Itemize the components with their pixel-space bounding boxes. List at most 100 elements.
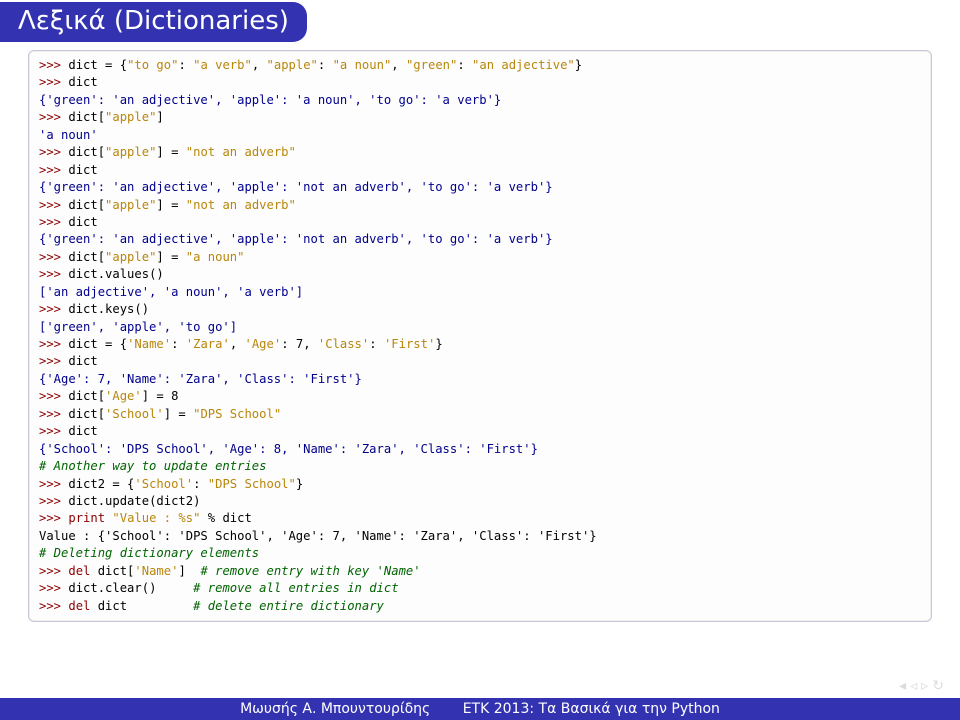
string-literal: "green" bbox=[406, 58, 457, 72]
output: {'School': 'DPS School', 'Age': 8, 'Name… bbox=[39, 442, 538, 456]
code-text: dict.keys() bbox=[68, 302, 149, 316]
prompt: >>> bbox=[39, 110, 68, 124]
prompt: >>> bbox=[39, 581, 68, 595]
string-literal: "DPS School" bbox=[208, 477, 296, 491]
string-literal: "apple" bbox=[105, 198, 156, 212]
prompt: >>> bbox=[39, 198, 68, 212]
comment: # remove all entries in dict bbox=[193, 581, 398, 595]
string-literal: "an adjective" bbox=[472, 58, 575, 72]
string-literal: "apple" bbox=[105, 145, 156, 159]
string-literal: 'Age' bbox=[245, 337, 282, 351]
string-literal: "a noun" bbox=[333, 58, 392, 72]
code-text: : bbox=[171, 337, 186, 351]
prompt: >>> bbox=[39, 477, 68, 491]
footer-title: ΕΤΚ 2013: Τα Βασικά για την Python bbox=[463, 701, 720, 717]
code-text: dict = { bbox=[68, 58, 127, 72]
nav-back-icon[interactable]: ◂ bbox=[899, 678, 906, 694]
prompt: >>> bbox=[39, 511, 68, 525]
code-text: : bbox=[369, 337, 384, 351]
code-text: dict bbox=[68, 354, 97, 368]
code-text: dict[ bbox=[68, 407, 105, 421]
comment: # delete entire dictionary bbox=[193, 599, 384, 613]
output: {'green': 'an adjective', 'apple': 'not … bbox=[39, 180, 553, 194]
prompt: >>> bbox=[39, 599, 68, 613]
code-text: ] bbox=[156, 110, 163, 124]
code-text: dict bbox=[68, 163, 97, 177]
code-text: ] = bbox=[156, 145, 185, 159]
string-literal: "a verb" bbox=[193, 58, 252, 72]
comment: # Another way to update entries bbox=[39, 459, 266, 473]
string-literal: 'School' bbox=[134, 477, 193, 491]
code-text: dict bbox=[90, 599, 193, 613]
code-text: dict[ bbox=[68, 389, 105, 403]
prompt: >>> bbox=[39, 354, 68, 368]
nav-refresh-icon[interactable]: ↻ bbox=[932, 678, 944, 694]
code-text: % dict bbox=[200, 511, 251, 525]
code-text: dict2 = { bbox=[68, 477, 134, 491]
code-text: dict = { bbox=[68, 337, 127, 351]
prompt: >>> bbox=[39, 58, 68, 72]
code-text: } bbox=[435, 337, 442, 351]
code-text: ] bbox=[178, 564, 200, 578]
prompt: >>> bbox=[39, 302, 68, 316]
code-text: , bbox=[230, 337, 245, 351]
code-text: : bbox=[178, 58, 193, 72]
output: ['an adjective', 'a noun', 'a verb'] bbox=[39, 285, 303, 299]
code-text: dict.clear() bbox=[68, 581, 193, 595]
string-literal: 'First' bbox=[384, 337, 435, 351]
prompt: >>> bbox=[39, 75, 68, 89]
string-literal: "apple" bbox=[267, 58, 318, 72]
footer-author: Μωυσής Α. Μπουντουρίδης bbox=[240, 701, 430, 717]
code-content: >>> dict = {"to go": "a verb", "apple": … bbox=[39, 57, 921, 615]
code-text: dict bbox=[68, 215, 97, 229]
code-text: dict.update(dict2) bbox=[68, 494, 200, 508]
prompt: >>> bbox=[39, 145, 68, 159]
code-text: : bbox=[193, 477, 208, 491]
string-literal: "not an adverb" bbox=[186, 145, 296, 159]
keyword: print bbox=[68, 511, 105, 525]
string-literal: "apple" bbox=[105, 110, 156, 124]
code-text: ] = bbox=[156, 250, 185, 264]
string-literal: "not an adverb" bbox=[186, 198, 296, 212]
code-text: , bbox=[252, 58, 267, 72]
nav-prev-icon[interactable]: ◃ bbox=[910, 678, 917, 694]
prompt: >>> bbox=[39, 267, 68, 281]
code-text: ] = bbox=[164, 407, 193, 421]
output: Value : {'School': 'DPS School', 'Age': … bbox=[39, 529, 597, 543]
prompt: >>> bbox=[39, 494, 68, 508]
string-literal: "DPS School" bbox=[193, 407, 281, 421]
footer: Μωυσής Α. Μπουντουρίδης ΕΤΚ 2013: Τα Βασ… bbox=[0, 698, 960, 720]
code-text: ] = 8 bbox=[142, 389, 179, 403]
string-literal: 'Age' bbox=[105, 389, 142, 403]
slide-title: Λεξικά (Dictionaries) bbox=[0, 2, 307, 42]
prompt: >>> bbox=[39, 564, 68, 578]
title-text: Λεξικά (Dictionaries) bbox=[18, 6, 289, 36]
code-text: ] = bbox=[156, 198, 185, 212]
string-literal: 'Class' bbox=[318, 337, 369, 351]
prompt: >>> bbox=[39, 407, 68, 421]
code-text: , bbox=[391, 58, 406, 72]
nav-next-icon[interactable]: ▹ bbox=[921, 678, 928, 694]
prompt: >>> bbox=[39, 424, 68, 438]
output: ['green', 'apple', 'to go'] bbox=[39, 320, 237, 334]
prompt: >>> bbox=[39, 337, 68, 351]
nav-controls: ◂ ◃ ▹ ↻ bbox=[899, 678, 944, 694]
code-block: >>> dict = {"to go": "a verb", "apple": … bbox=[28, 50, 932, 622]
string-literal: "a noun" bbox=[186, 250, 245, 264]
output: {'green': 'an adjective', 'apple': 'a no… bbox=[39, 93, 501, 107]
output: {'Age': 7, 'Name': 'Zara', 'Class': 'Fir… bbox=[39, 372, 362, 386]
keyword: del bbox=[68, 564, 90, 578]
code-text: dict[ bbox=[68, 198, 105, 212]
code-text: : bbox=[318, 58, 333, 72]
code-text: dict[ bbox=[90, 564, 134, 578]
prompt: >>> bbox=[39, 250, 68, 264]
code-text: : 7, bbox=[281, 337, 318, 351]
keyword: del bbox=[68, 599, 90, 613]
code-text: : bbox=[457, 58, 472, 72]
code-text: dict bbox=[68, 424, 97, 438]
code-text: } bbox=[575, 58, 582, 72]
code-text: dict[ bbox=[68, 145, 105, 159]
string-literal: 'Zara' bbox=[186, 337, 230, 351]
string-literal: 'Name' bbox=[127, 337, 171, 351]
code-text: dict bbox=[68, 75, 97, 89]
